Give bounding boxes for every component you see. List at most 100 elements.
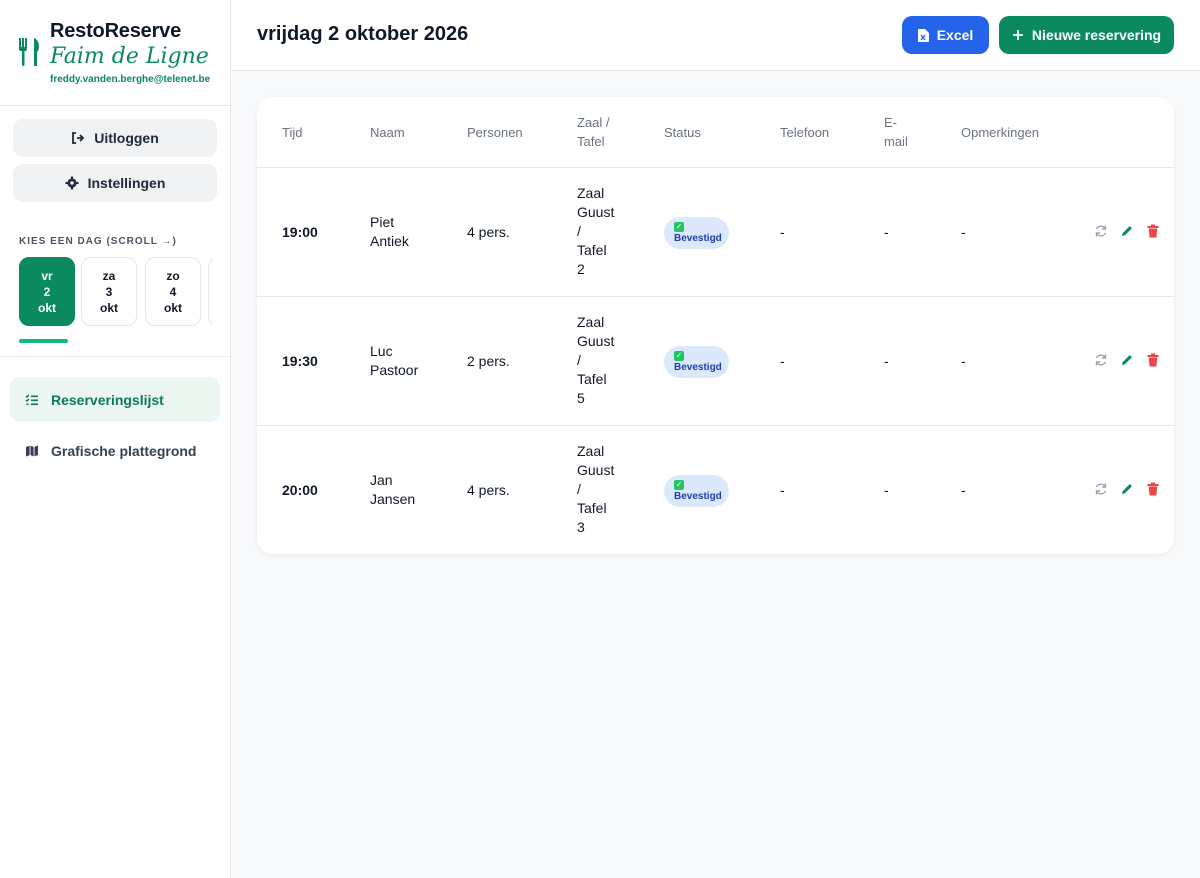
- day-picker[interactable]: vr 2 okt za 3 okt zo 4 okt: [19, 257, 213, 327]
- cell-name: Piet Antiek: [370, 213, 409, 251]
- cell-time: 19:30: [282, 353, 318, 369]
- col-room-line2: Tafel: [577, 134, 605, 149]
- room-line: Zaal: [577, 314, 605, 330]
- cell-name: Jan Jansen: [370, 471, 415, 509]
- day-dow: zo: [166, 269, 180, 283]
- new-reservation-button[interactable]: Nieuwe reservering: [999, 16, 1174, 54]
- cell-room-table: Zaal Guust / Tafel 2: [577, 184, 614, 279]
- table-row[interactable]: 19:00 Piet Antiek 4 pers. Zaal Guust / T…: [257, 168, 1174, 297]
- name-last: Pastoor: [370, 362, 419, 378]
- day-number: 3: [105, 285, 113, 299]
- day-number: 2: [43, 285, 51, 299]
- pencil-icon[interactable]: [1120, 482, 1134, 496]
- day-dow: vr: [41, 269, 53, 283]
- name-last: Jansen: [370, 491, 416, 507]
- file-excel-icon: [917, 28, 929, 42]
- name-first: Piet: [370, 214, 395, 230]
- day-item[interactable]: vr 2 okt: [19, 257, 75, 326]
- status-badge: ✓ Bevestigd: [664, 475, 729, 507]
- room-line: Guust: [577, 333, 615, 349]
- check-icon: ✓: [674, 351, 684, 361]
- room-line: Tafel: [577, 500, 607, 516]
- refresh-icon[interactable]: [1094, 353, 1108, 367]
- cell-persons: 2 pers.: [467, 353, 510, 369]
- name-last: Antiek: [370, 233, 409, 249]
- check-icon: ✓: [674, 480, 684, 490]
- col-time: Tijd: [282, 125, 303, 140]
- col-notes: Opmerkingen: [961, 125, 1040, 140]
- page-title: vrijdag 2 oktober 2026: [257, 23, 469, 45]
- table-row[interactable]: 20:00 Jan Jansen 4 pers. Zaal Guust / Ta…: [257, 426, 1174, 554]
- map-icon: [26, 445, 38, 456]
- status-text: Bevestigd: [674, 233, 722, 244]
- day-item[interactable]: za 3 okt: [81, 257, 137, 326]
- name-first: Luc: [370, 343, 393, 359]
- settings-button[interactable]: Instellingen: [13, 164, 217, 202]
- room-line: 2: [577, 261, 585, 277]
- room-line: 5: [577, 390, 585, 406]
- nav-reservation-list[interactable]: Reserveringslijst: [10, 377, 220, 422]
- nav-floorplan[interactable]: Grafische plattegrond: [10, 428, 220, 473]
- logout-label: Uitloggen: [94, 130, 159, 146]
- cell-notes: -: [961, 224, 966, 240]
- cell-email: -: [884, 224, 889, 240]
- cell-email: -: [884, 482, 889, 498]
- divider: [0, 356, 230, 357]
- cell-time: 20:00: [282, 482, 318, 498]
- room-line: Guust: [577, 204, 615, 220]
- col-email-line2: mail: [884, 134, 908, 149]
- table-header: Tijd Naam Personen Zaal / Tafel Status T…: [257, 97, 1174, 168]
- nav-label: Reserveringslijst: [51, 391, 164, 408]
- status-text: Bevestigd: [674, 362, 722, 373]
- new-reservation-label: Nieuwe reservering: [1031, 27, 1162, 43]
- plus-icon: [1012, 30, 1023, 40]
- cell-notes: -: [961, 482, 966, 498]
- day-month: okt: [100, 301, 118, 315]
- cell-room-table: Zaal Guust / Tafel 3: [577, 442, 614, 537]
- pencil-icon[interactable]: [1120, 224, 1134, 238]
- pencil-icon[interactable]: [1120, 353, 1134, 367]
- status-text: Bevestigd: [674, 491, 722, 502]
- reservations-table: Tijd Naam Personen Zaal / Tafel Status T…: [257, 97, 1174, 554]
- col-persons: Personen: [467, 125, 523, 140]
- cell-room-table: Zaal Guust / Tafel 5: [577, 313, 614, 408]
- logout-icon: [72, 132, 85, 144]
- room-line: /: [577, 352, 581, 368]
- room-line: Zaal: [577, 443, 605, 459]
- top-header: vrijdag 2 oktober 2026 Excel Nieuwe rese…: [231, 0, 1200, 71]
- day-picker-scrollbar[interactable]: [19, 339, 68, 343]
- fork-knife-icon: [19, 38, 39, 66]
- col-room: Zaal / Tafel: [577, 113, 610, 151]
- cell-persons: 4 pers.: [467, 224, 510, 240]
- cell-notes: -: [961, 353, 966, 369]
- status-badge: ✓ Bevestigd: [664, 346, 729, 378]
- check-icon: ✓: [674, 222, 684, 232]
- cell-name: Luc Pastoor: [370, 342, 418, 380]
- row-actions: [1094, 353, 1160, 367]
- gear-icon: [65, 176, 79, 190]
- room-line: /: [577, 481, 581, 497]
- table-row[interactable]: 19:30 Luc Pastoor 2 pers. Zaal Guust / T…: [257, 297, 1174, 426]
- logout-button[interactable]: Uitloggen: [13, 119, 217, 157]
- trash-icon[interactable]: [1146, 353, 1160, 367]
- nav-label: Grafische plattegrond: [51, 442, 197, 459]
- excel-label: Excel: [936, 27, 974, 43]
- col-email: E- mail: [884, 113, 908, 151]
- refresh-icon[interactable]: [1094, 224, 1108, 238]
- excel-export-button[interactable]: Excel: [902, 16, 989, 54]
- sidebar: RestoReserve Faim de Ligne freddy.vanden…: [0, 0, 231, 878]
- brand-title: RestoReserve: [50, 20, 182, 42]
- trash-icon[interactable]: [1146, 224, 1160, 238]
- room-line: Zaal: [577, 185, 605, 201]
- settings-label: Instellingen: [87, 175, 166, 191]
- refresh-icon[interactable]: [1094, 482, 1108, 496]
- day-item[interactable]: zo 4 okt: [145, 257, 201, 326]
- cell-time: 19:00: [282, 224, 318, 240]
- day-number: 4: [169, 285, 177, 299]
- trash-icon[interactable]: [1146, 482, 1160, 496]
- row-actions: [1094, 482, 1160, 496]
- day-item-partial[interactable]: [208, 257, 213, 326]
- room-line: 3: [577, 519, 585, 535]
- day-month: okt: [38, 301, 56, 315]
- cell-phone: -: [780, 224, 785, 240]
